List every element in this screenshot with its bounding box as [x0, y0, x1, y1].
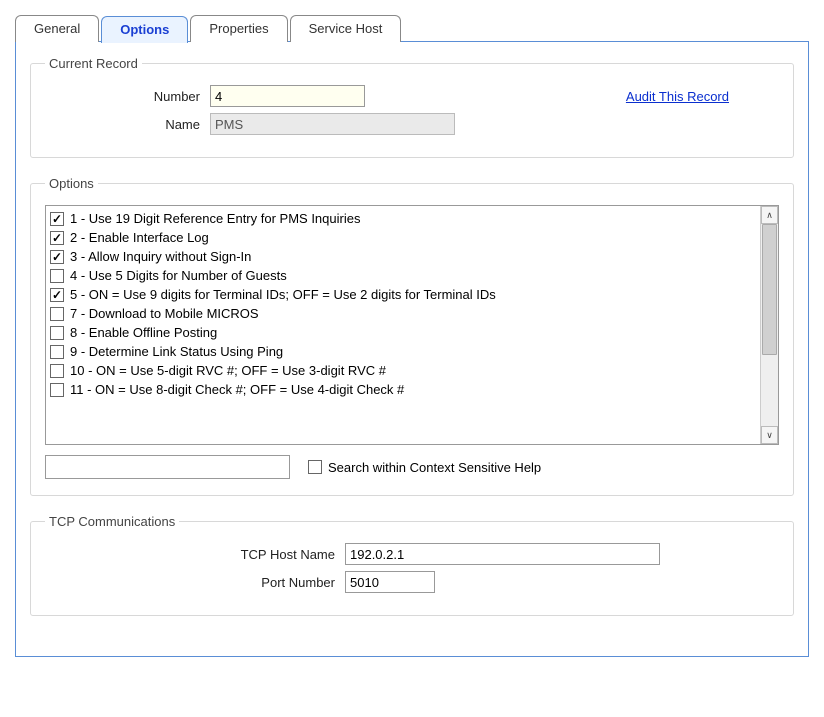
option-checkbox[interactable]	[50, 307, 64, 321]
option-checkbox[interactable]	[50, 288, 64, 302]
option-label: 7 - Download to Mobile MICROS	[70, 306, 259, 321]
list-item[interactable]: 4 - Use 5 Digits for Number of Guests	[50, 266, 756, 285]
scrollbar[interactable]: ∧ ∨	[760, 206, 778, 444]
option-label: 10 - ON = Use 5-digit RVC #; OFF = Use 3…	[70, 363, 386, 378]
option-checkbox[interactable]	[50, 212, 64, 226]
option-checkbox[interactable]	[50, 326, 64, 340]
search-input[interactable]	[45, 455, 290, 479]
current-record-legend: Current Record	[45, 56, 142, 71]
option-label: 3 - Allow Inquiry without Sign-In	[70, 249, 251, 264]
options-group: Options 1 - Use 19 Digit Reference Entry…	[30, 176, 794, 496]
option-checkbox[interactable]	[50, 269, 64, 283]
option-label: 2 - Enable Interface Log	[70, 230, 209, 245]
option-label: 5 - ON = Use 9 digits for Terminal IDs; …	[70, 287, 496, 302]
scroll-down-button[interactable]: ∨	[761, 426, 778, 444]
number-input[interactable]	[210, 85, 365, 107]
list-item[interactable]: 2 - Enable Interface Log	[50, 228, 756, 247]
list-item[interactable]: 3 - Allow Inquiry without Sign-In	[50, 247, 756, 266]
name-input	[210, 113, 455, 135]
option-checkbox[interactable]	[50, 345, 64, 359]
current-record-group: Current Record Number Audit This Record …	[30, 56, 794, 158]
tab-bar: General Options Properties Service Host	[15, 15, 809, 42]
port-label: Port Number	[45, 575, 345, 590]
list-item[interactable]: 9 - Determine Link Status Using Ping	[50, 342, 756, 361]
number-label: Number	[45, 89, 210, 104]
tcp-legend: TCP Communications	[45, 514, 179, 529]
option-label: 9 - Determine Link Status Using Ping	[70, 344, 283, 359]
scroll-track[interactable]	[761, 224, 778, 426]
tcp-group: TCP Communications TCP Host Name Port Nu…	[30, 514, 794, 616]
search-help-checkbox[interactable]	[308, 460, 322, 474]
scroll-up-button[interactable]: ∧	[761, 206, 778, 224]
option-checkbox[interactable]	[50, 364, 64, 378]
tab-general[interactable]: General	[15, 15, 99, 42]
list-item[interactable]: 7 - Download to Mobile MICROS	[50, 304, 756, 323]
list-item[interactable]: 8 - Enable Offline Posting	[50, 323, 756, 342]
option-checkbox[interactable]	[50, 231, 64, 245]
tcp-host-input[interactable]	[345, 543, 660, 565]
option-checkbox[interactable]	[50, 383, 64, 397]
name-label: Name	[45, 117, 210, 132]
option-label: 8 - Enable Offline Posting	[70, 325, 217, 340]
option-label: 11 - ON = Use 8-digit Check #; OFF = Use…	[70, 382, 404, 397]
scroll-thumb[interactable]	[762, 224, 777, 355]
list-item[interactable]: 10 - ON = Use 5-digit RVC #; OFF = Use 3…	[50, 361, 756, 380]
tab-content: Current Record Number Audit This Record …	[15, 41, 809, 657]
port-input[interactable]	[345, 571, 435, 593]
tcp-host-label: TCP Host Name	[45, 547, 345, 562]
audit-this-record-link[interactable]: Audit This Record	[626, 89, 729, 104]
tab-properties[interactable]: Properties	[190, 15, 287, 42]
list-item[interactable]: 11 - ON = Use 8-digit Check #; OFF = Use…	[50, 380, 756, 399]
list-item[interactable]: 1 - Use 19 Digit Reference Entry for PMS…	[50, 209, 756, 228]
options-listbox: 1 - Use 19 Digit Reference Entry for PMS…	[45, 205, 779, 445]
list-item[interactable]: 5 - ON = Use 9 digits for Terminal IDs; …	[50, 285, 756, 304]
tab-service-host[interactable]: Service Host	[290, 15, 402, 42]
option-checkbox[interactable]	[50, 250, 64, 264]
search-help-label: Search within Context Sensitive Help	[328, 460, 541, 475]
option-label: 4 - Use 5 Digits for Number of Guests	[70, 268, 287, 283]
tab-options[interactable]: Options	[101, 16, 188, 43]
options-legend: Options	[45, 176, 98, 191]
option-label: 1 - Use 19 Digit Reference Entry for PMS…	[70, 211, 360, 226]
